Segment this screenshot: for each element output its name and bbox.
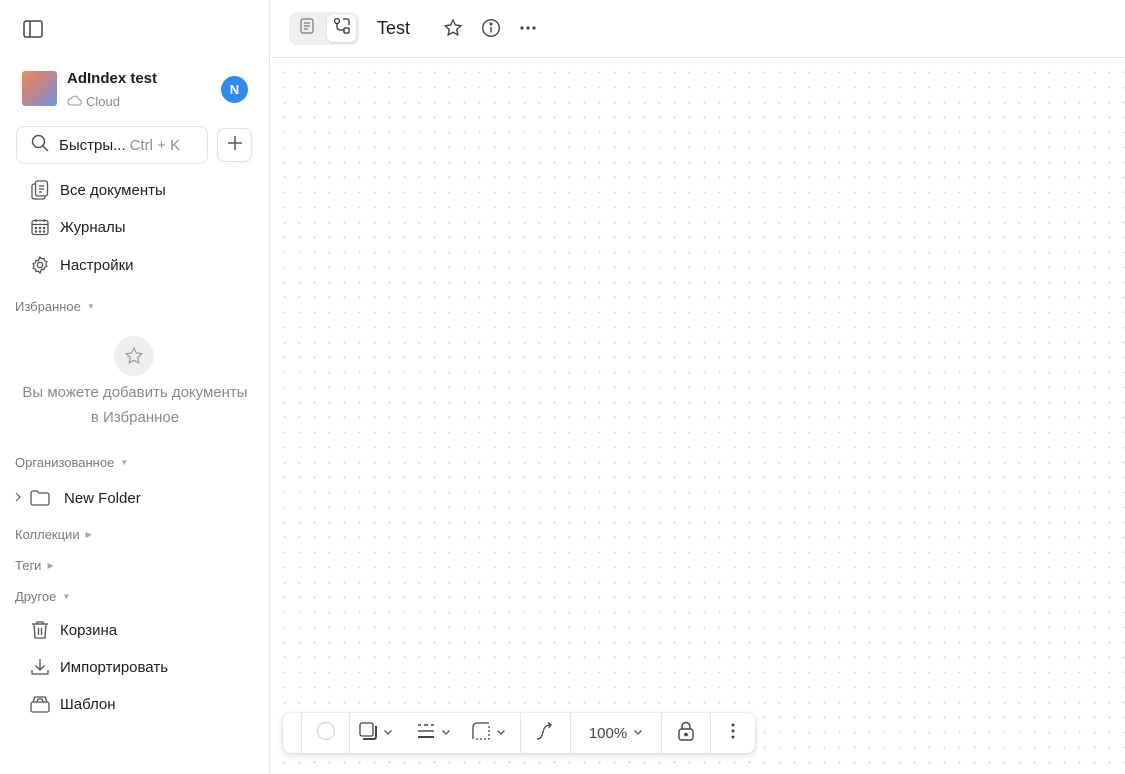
corner-radius-button[interactable] xyxy=(463,713,515,753)
template-icon xyxy=(30,694,50,714)
search-label: Быстры... xyxy=(59,136,126,154)
workspace-storage-label: Cloud xyxy=(86,94,120,109)
chevron-right-icon[interactable] xyxy=(14,491,24,505)
section-collections[interactable]: Коллекции ▶ xyxy=(15,527,92,542)
nav-all-docs[interactable]: Все документы xyxy=(30,179,166,201)
page-mode-button[interactable] xyxy=(292,15,321,42)
user-avatar[interactable]: N xyxy=(221,76,248,103)
nav-template-label: Шаблон xyxy=(60,695,116,713)
fill-color-button[interactable] xyxy=(302,713,349,753)
nav-journals[interactable]: Журналы xyxy=(30,216,126,238)
section-tags[interactable]: Теги ▶ xyxy=(15,558,54,573)
favorites-empty-line2: в Избранное xyxy=(90,409,180,426)
section-collections-label: Коллекции xyxy=(15,527,80,542)
cloud-icon xyxy=(67,94,82,109)
expand-right-icon: ▶ xyxy=(85,530,92,539)
nav-journals-label: Журналы xyxy=(60,218,126,236)
chevron-down-icon xyxy=(496,724,506,742)
nav-import-label: Импортировать xyxy=(60,658,169,676)
nav-template[interactable]: Шаблон xyxy=(30,693,116,715)
workspace-storage: Cloud xyxy=(67,94,120,109)
page-icon xyxy=(299,18,314,39)
new-doc-button[interactable] xyxy=(217,128,252,162)
nav-settings[interactable]: Настройки xyxy=(30,254,134,276)
more-vertical-icon xyxy=(731,723,735,744)
plus-icon xyxy=(227,135,243,156)
section-other-label: Другое xyxy=(15,589,57,604)
favorite-star-icon[interactable] xyxy=(442,17,464,39)
edgeless-toolbar: 100% xyxy=(283,713,755,753)
chevron-down-icon xyxy=(441,724,451,742)
expand-right-icon: ▶ xyxy=(47,561,54,570)
quick-search[interactable]: Быстры... Ctrl + K xyxy=(16,126,208,164)
lock-icon xyxy=(677,721,695,746)
section-other[interactable]: Другое ▼ xyxy=(15,589,70,604)
document-header: Test xyxy=(271,0,1125,58)
edgeless-icon xyxy=(333,17,351,40)
toolbar-more-button[interactable] xyxy=(711,713,755,753)
workspace-name: AdIndex test xyxy=(67,70,158,87)
section-organized-label: Организованное xyxy=(15,455,115,470)
zoom-level: 100% xyxy=(588,724,628,742)
stroke-style-button[interactable] xyxy=(408,713,460,753)
section-favorites[interactable]: Избранное ▼ xyxy=(15,299,95,314)
shadow-icon xyxy=(359,721,377,745)
zoom-button[interactable]: 100% xyxy=(571,713,661,753)
sidebar: AdIndex test Cloud N Быстры... Ctrl + K … xyxy=(0,0,270,774)
folder-item[interactable]: New Folder xyxy=(14,487,141,509)
collapse-down-icon: ▼ xyxy=(62,592,71,601)
star-icon xyxy=(114,336,154,376)
folder-icon xyxy=(30,490,50,506)
favorites-empty-line1: Вы можете добавить документы xyxy=(22,384,248,401)
document-title[interactable]: Test xyxy=(377,18,410,39)
collapse-down-icon: ▼ xyxy=(120,458,129,467)
sidebar-toggle-icon[interactable] xyxy=(22,18,44,40)
connector-button[interactable] xyxy=(521,713,569,753)
lock-button[interactable] xyxy=(662,713,710,753)
stroke-lines-icon xyxy=(417,723,435,744)
nav-import[interactable]: Импортировать xyxy=(30,656,168,678)
chevron-down-icon xyxy=(633,724,643,742)
section-tags-label: Теги xyxy=(15,558,42,573)
search-icon xyxy=(31,134,49,157)
workspace-avatar xyxy=(22,71,57,106)
favorites-empty-message: Вы можете добавить документы в Избранное xyxy=(0,380,270,430)
corner-icon xyxy=(472,721,490,745)
info-icon[interactable] xyxy=(480,17,502,39)
edgeless-mode-button[interactable] xyxy=(327,15,356,42)
color-circle-icon xyxy=(316,721,336,746)
chevron-down-icon xyxy=(383,724,393,742)
section-favorites-label: Избранное xyxy=(15,299,81,314)
import-icon xyxy=(30,657,50,677)
more-horizontal-icon[interactable] xyxy=(517,17,539,39)
nav-all-docs-label: Все документы xyxy=(60,181,166,199)
nav-trash[interactable]: Корзина xyxy=(30,619,117,641)
calendar-icon xyxy=(30,217,50,237)
folder-label: New Folder xyxy=(64,489,141,507)
section-organized[interactable]: Организованное ▼ xyxy=(15,455,128,470)
shadow-style-button[interactable] xyxy=(350,713,402,753)
trash-icon xyxy=(30,620,50,640)
collapse-down-icon: ▼ xyxy=(86,302,95,311)
nav-trash-label: Корзина xyxy=(60,621,118,639)
nav-settings-label: Настройки xyxy=(60,256,134,274)
all-docs-icon xyxy=(30,180,50,200)
workspace-switcher[interactable]: AdIndex test Cloud xyxy=(22,70,252,109)
edgeless-canvas[interactable] xyxy=(271,59,1125,774)
gear-icon xyxy=(30,255,50,275)
editor-mode-switch xyxy=(289,12,359,45)
search-shortcut: Ctrl + K xyxy=(129,136,181,154)
connector-curve-icon xyxy=(535,721,555,746)
